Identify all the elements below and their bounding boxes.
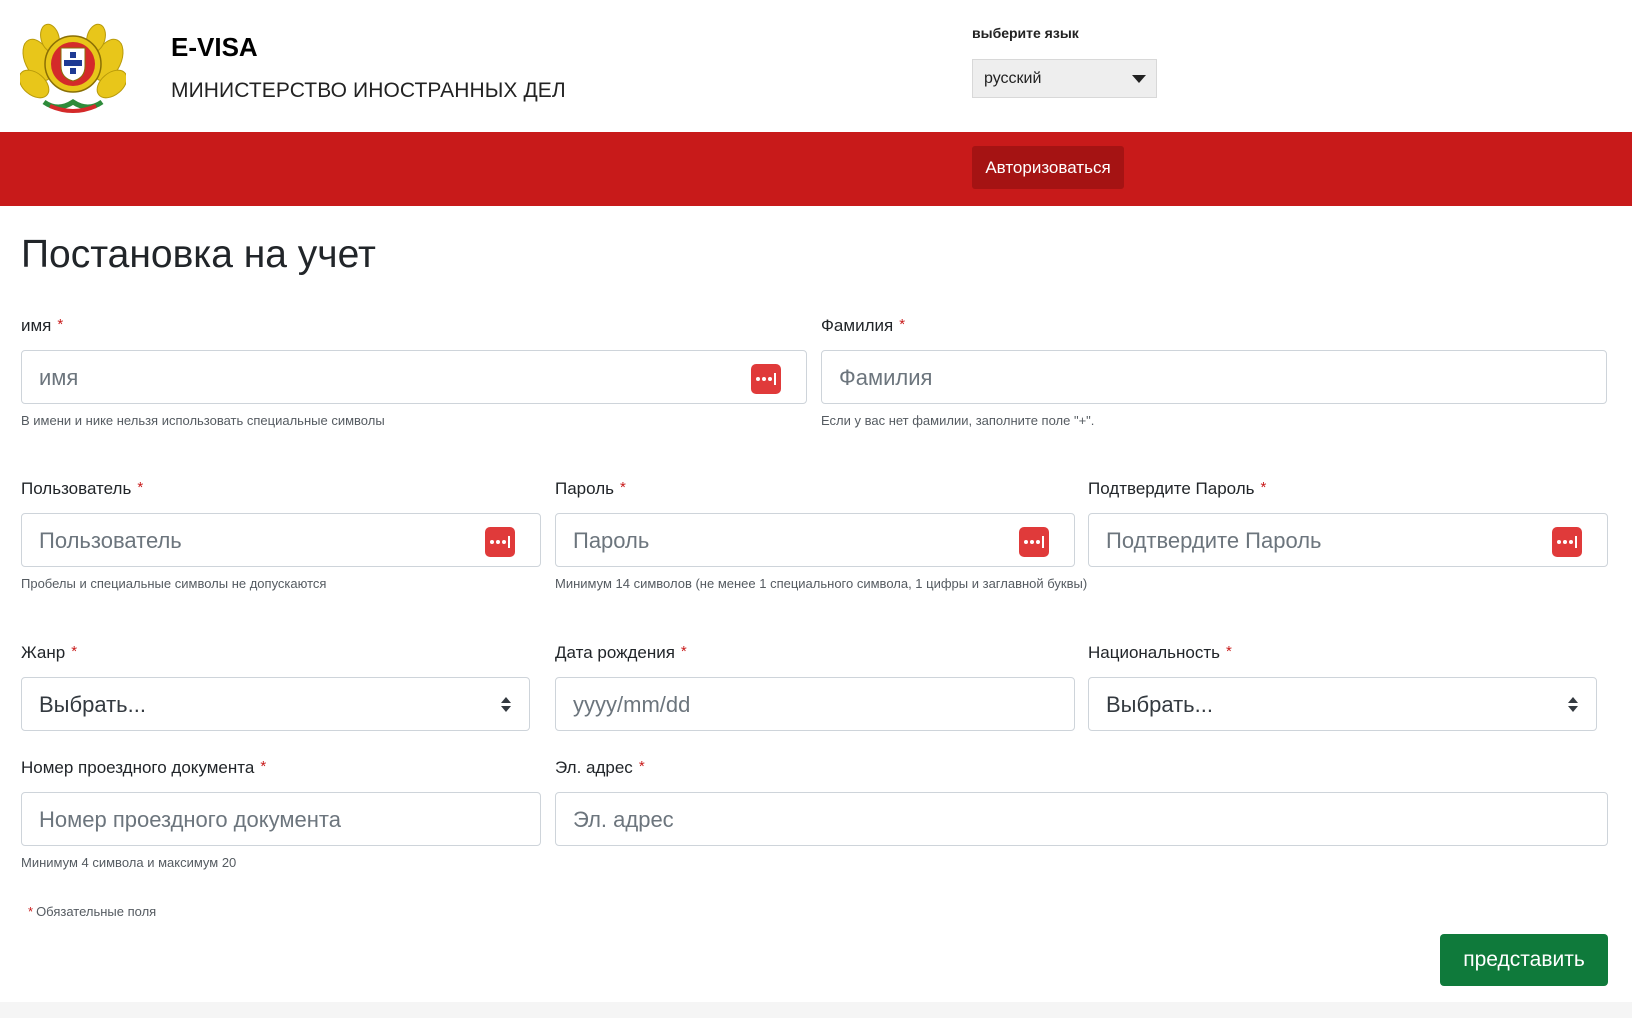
username-help: Пробелы и специальные символы не допуска… [21,576,327,591]
username-input[interactable]: Пользователь [21,513,541,567]
gender-select-value: Выбрать... [39,692,146,717]
select-arrows-icon [500,697,512,713]
page-bottom-divider [0,1002,1632,1018]
chevron-down-icon [1132,75,1146,83]
language-select[interactable]: русский [972,59,1157,98]
passport-placeholder: Номер проездного документа [39,807,341,832]
confirm-password-label: Подтвердите Пароль * [1088,479,1267,498]
submit-button[interactable]: представить [1440,934,1608,986]
birth-date-label: Дата рождения * [555,643,687,662]
password-manager-icon[interactable] [751,364,781,394]
email-placeholder: Эл. адрес [573,807,674,832]
page-title: Постановка на учет [21,233,376,276]
password-input[interactable]: Пароль [555,513,1075,567]
birth-date-placeholder: yyyy/mm/dd [573,692,691,717]
login-button[interactable]: Авторизоваться [972,146,1124,189]
site-subtitle: МИНИСТЕРСТВО ИНОСТРАННЫХ ДЕЛ [171,79,566,102]
email-label: Эл. адрес * [555,758,645,777]
gender-label: Жанр * [21,643,78,662]
passport-number-input[interactable]: Номер проездного документа [21,792,541,846]
birth-date-input[interactable]: yyyy/mm/dd [555,677,1075,731]
password-placeholder: Пароль [573,528,650,553]
last-name-help: Если у вас нет фамилии, заполните поле "… [821,413,1095,428]
site-header: E-VISA МИНИСТЕРСТВО ИНОСТРАННЫХ ДЕЛ выбе… [0,0,1632,132]
password-manager-icon[interactable] [1019,527,1049,557]
gender-select[interactable]: Выбрать... [21,677,530,731]
last-name-label: Фамилия * [821,316,906,335]
email-input[interactable]: Эл. адрес [555,792,1608,846]
nationality-select[interactable]: Выбрать... [1088,677,1597,731]
coat-of-arms-logo [20,23,126,113]
nationality-label: Национальность * [1088,643,1232,662]
first-name-placeholder: имя [39,365,79,390]
required-fields-note: * Обязательные поля [28,904,157,919]
username-label: Пользователь * [21,479,144,498]
confirm-password-input[interactable]: Подтвердите Пароль [1088,513,1608,567]
select-arrows-icon [1567,697,1579,713]
password-manager-icon[interactable] [1552,527,1582,557]
site-title: E-VISA [171,32,258,62]
language-select-value: русский [984,70,1042,87]
first-name-input[interactable]: имя [21,350,807,404]
last-name-input[interactable]: Фамилия [821,350,1607,404]
first-name-help: В имени и нике нельзя использовать специ… [21,413,385,428]
password-label: Пароль * [555,479,626,498]
confirm-password-placeholder: Подтвердите Пароль [1106,528,1322,553]
language-label: выберите язык [972,25,1079,41]
username-placeholder: Пользователь [39,528,182,553]
nationality-select-value: Выбрать... [1106,692,1213,717]
first-name-label: имя * [21,316,64,335]
passport-help: Минимум 4 символа и максимум 20 [21,855,237,870]
nav-bar [0,132,1632,206]
password-manager-icon[interactable] [485,527,515,557]
last-name-placeholder: Фамилия [839,365,933,390]
password-help: Минимум 14 символов (не менее 1 специаль… [555,576,1088,591]
passport-label: Номер проездного документа * [21,758,267,777]
